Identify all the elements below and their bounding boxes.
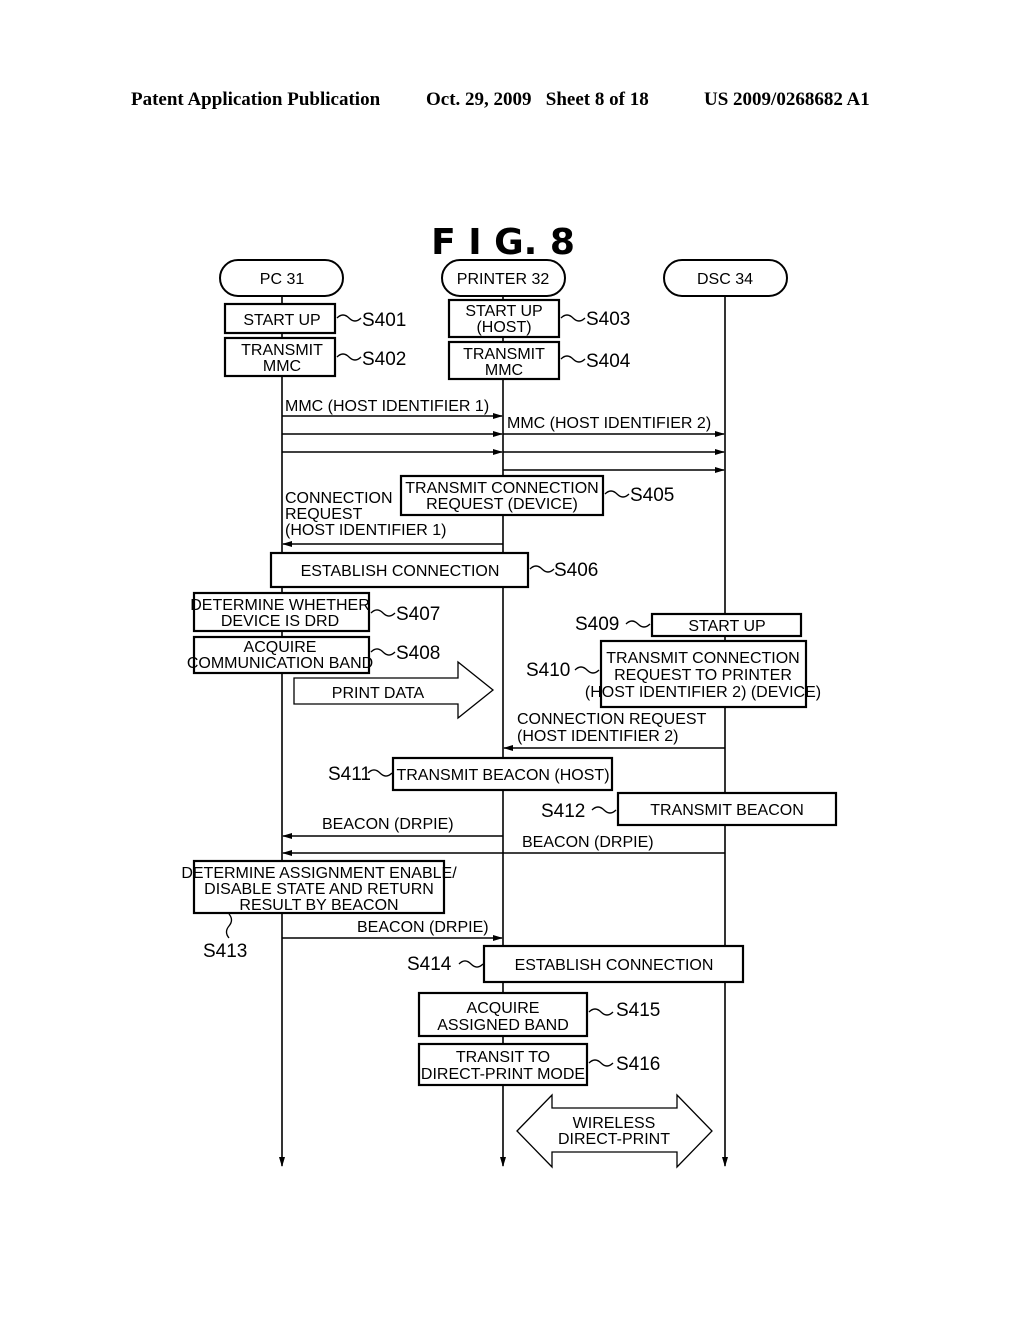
connector-s413: [225, 913, 233, 939]
wireless-label-2: DIRECT-PRINT: [558, 1131, 670, 1148]
msg-mmc-host2-label: MMC (HOST IDENTIFIER 2): [507, 415, 711, 432]
step-text-s406: ESTABLISH CONNECTION: [301, 563, 500, 580]
step-label-s410: S410: [526, 660, 570, 681]
step-label-s408: S408: [396, 643, 440, 664]
step-text-s405-2: REQUEST (DEVICE): [426, 496, 578, 513]
step-label-s415: S415: [616, 1000, 660, 1021]
step-text-s416-1: TRANSIT TO: [456, 1049, 550, 1066]
step-text-s416-2: DIRECT-PRINT MODE: [421, 1066, 585, 1083]
step-text-s408-2: COMMUNICATION BAND: [187, 655, 373, 672]
connector-s409: [625, 620, 651, 628]
step-text-s410-2: REQUEST TO PRINTER: [614, 667, 792, 684]
step-label-s416: S416: [616, 1054, 660, 1075]
msg-beacon-printer-pc-label: BEACON (DRPIE): [322, 816, 454, 833]
step-text-s407-1: DETERMINE WHETHER: [190, 597, 370, 614]
step-text-s401: START UP: [243, 312, 320, 329]
step-text-s409: START UP: [688, 618, 765, 635]
step-text-s411: TRANSMIT BEACON (HOST): [396, 767, 609, 784]
msg-beacon-dsc-pc-label: BEACON (DRPIE): [522, 834, 654, 851]
actor-dsc: DSC 34: [663, 259, 788, 297]
connector-s410: [574, 666, 600, 674]
msg-conn-req1-line1: CONNECTION: [285, 490, 393, 507]
step-text-s415-1: ACQUIRE: [467, 1000, 540, 1017]
connector-s412: [591, 806, 617, 814]
step-text-s413-1: DETERMINE ASSIGNMENT ENABLE/: [181, 865, 457, 882]
step-label-s405: S405: [630, 485, 674, 506]
connector-s404: [560, 355, 586, 363]
step-label-s414: S414: [407, 954, 452, 975]
step-text-s414: ESTABLISH CONNECTION: [515, 957, 714, 974]
step-text-s404-2: MMC: [485, 362, 523, 379]
step-text-s413-3: RESULT BY BEACON: [239, 897, 398, 914]
msg-conn-req1-line2: REQUEST: [285, 506, 363, 523]
actor-pc-label: PC 31: [260, 271, 305, 288]
figure-title: F I G. 8: [431, 222, 575, 263]
connector-s408: [370, 648, 396, 656]
step-label-s406: S406: [554, 560, 598, 581]
msg-beacon-pc-printer-label: BEACON (DRPIE): [357, 919, 489, 936]
connector-s414: [458, 960, 484, 968]
connector-s406: [529, 565, 555, 573]
step-text-s413-2: DISABLE STATE AND RETURN: [204, 881, 434, 898]
step-text-s403-2: (HOST): [476, 319, 531, 336]
msg-conn-req2-line2: (HOST IDENTIFIER 2): [517, 728, 679, 745]
step-text-s404-1: TRANSMIT: [463, 346, 545, 363]
msg-conn-req1-line3: (HOST IDENTIFIER 1): [285, 522, 447, 539]
step-label-s411: S411: [328, 764, 371, 785]
wireless-label-1: WIRELESS: [573, 1115, 656, 1132]
step-text-s415-2: ASSIGNED BAND: [437, 1017, 569, 1034]
actor-dsc-label: DSC 34: [697, 271, 753, 288]
step-text-s402-2: MMC: [263, 358, 301, 375]
connector-s415: [588, 1008, 614, 1016]
sequence-diagram: F I G. 8 PC 31 PRINTER 32 DSC 34 START U…: [181, 222, 838, 1169]
connector-s405: [604, 490, 630, 498]
step-label-s403: S403: [586, 309, 630, 330]
step-text-s412: TRANSMIT BEACON: [650, 802, 804, 819]
step-label-s412: S412: [541, 801, 585, 822]
connector-s407: [370, 609, 396, 617]
actor-printer: PRINTER 32: [441, 259, 566, 297]
connector-s402: [336, 353, 362, 361]
connector-s401: [336, 314, 362, 322]
step-label-s409: S409: [575, 614, 619, 635]
connector-s416: [588, 1059, 614, 1067]
step-label-s413: S413: [203, 941, 247, 962]
connector-s411: [367, 769, 393, 777]
msg-conn-req2-line1: CONNECTION REQUEST: [517, 711, 707, 728]
step-label-s402: S402: [362, 349, 406, 370]
print-data-label: PRINT DATA: [332, 685, 425, 702]
step-label-s404: S404: [586, 351, 631, 372]
step-text-s407-2: DEVICE IS DRD: [221, 613, 339, 630]
step-text-s408-1: ACQUIRE: [244, 639, 317, 656]
step-label-s407: S407: [396, 604, 440, 625]
msg-mmc-host1-label: MMC (HOST IDENTIFIER 1): [285, 398, 489, 415]
step-text-s405-1: TRANSMIT CONNECTION: [405, 480, 598, 497]
step-label-s401: S401: [362, 310, 406, 331]
actor-printer-label: PRINTER 32: [457, 271, 550, 288]
actor-pc: PC 31: [219, 259, 344, 297]
step-text-s403-1: START UP: [465, 303, 542, 320]
step-text-s402-1: TRANSMIT: [241, 342, 323, 359]
step-text-s410-3: (HOST IDENTIFIER 2) (DEVICE): [585, 684, 821, 701]
connector-s403: [560, 314, 586, 322]
step-text-s410-1: TRANSMIT CONNECTION: [606, 650, 799, 667]
